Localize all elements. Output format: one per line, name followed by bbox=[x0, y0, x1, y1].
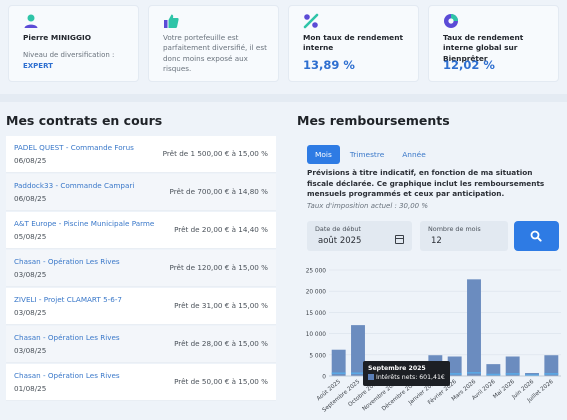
contract-name[interactable]: Chasan - Opération Les Rives bbox=[14, 257, 120, 266]
contract-name[interactable]: Chasan - Opération Les Rives bbox=[14, 371, 120, 380]
diversification-card: Votre portefeuille est parfaitement dive… bbox=[148, 5, 279, 82]
contract-name[interactable]: PADEL QUEST - Commande Forus bbox=[14, 143, 134, 152]
contract-loan: Prêt de 700,00 € à 14,80 % bbox=[169, 187, 268, 196]
tax-rate-note: Taux d'imposition actuel : 30,00 % bbox=[307, 202, 429, 210]
calendar-icon[interactable] bbox=[395, 235, 404, 244]
interest-bar[interactable] bbox=[544, 373, 559, 375]
repayments-chart: 05 00010 00015 00020 00025 000Août 2025S… bbox=[306, 269, 561, 414]
start-date-label: Date de début bbox=[315, 225, 361, 233]
contract-name[interactable]: A&T Europe - Piscine Municipale Parme bbox=[14, 219, 154, 228]
contract-name[interactable]: ZIVELI - Projet CLAMART 5-6-7 bbox=[14, 295, 122, 304]
global-irr-card: Taux de rendement interne global sur Bie… bbox=[428, 5, 559, 82]
contracts-title: Mes contrats en cours bbox=[6, 113, 163, 128]
contract-loan: Prêt de 20,00 € à 14,40 % bbox=[174, 225, 268, 234]
y-tick-label: 5 000 bbox=[309, 353, 326, 359]
search-icon bbox=[530, 230, 542, 242]
contract-loan: Prêt de 1 500,00 € à 15,00 % bbox=[162, 149, 268, 158]
bar[interactable] bbox=[331, 349, 346, 376]
contract-loan: Prêt de 31,00 € à 15,00 % bbox=[174, 301, 268, 310]
percent-icon bbox=[303, 13, 319, 29]
contract-date: 03/08/25 bbox=[14, 346, 47, 355]
tab-mois[interactable]: Mois bbox=[307, 145, 340, 164]
y-tick-label: 15 000 bbox=[306, 311, 327, 317]
user-name: Pierre MINIGGIO bbox=[23, 33, 92, 42]
search-button[interactable] bbox=[514, 221, 559, 251]
y-tick-label: 10 000 bbox=[306, 332, 327, 338]
y-tick-label: 25 000 bbox=[306, 269, 327, 275]
tab-annee[interactable]: Année bbox=[394, 145, 434, 164]
diversification-level: EXPERT bbox=[23, 62, 53, 70]
contract-row[interactable]: A&T Europe - Piscine Municipale Parme 05/… bbox=[6, 212, 276, 249]
tooltip-value: Intérêts nets: 601,41€ bbox=[376, 374, 445, 382]
contract-name[interactable]: Paddock33 - Commande Campari bbox=[14, 181, 134, 190]
contract-date: 03/08/25 bbox=[14, 308, 47, 317]
contract-row[interactable]: PADEL QUEST - Commande Forus 06/08/25 Prêt… bbox=[6, 136, 276, 173]
contract-date: 01/08/25 bbox=[14, 384, 47, 393]
interest-bar[interactable] bbox=[486, 373, 501, 376]
contract-date: 03/08/25 bbox=[14, 270, 47, 279]
contract-loan: Prêt de 120,00 € à 15,00 % bbox=[169, 263, 268, 272]
thumbs-up-icon bbox=[164, 14, 179, 28]
y-tick-label: 20 000 bbox=[306, 290, 327, 296]
contracts-panel: Mes contrats en cours PADEL QUEST - Comm… bbox=[0, 104, 284, 420]
profile-card: Pierre MINIGGIO Niveau de diversificatio… bbox=[8, 5, 139, 82]
contract-date: 06/08/25 bbox=[14, 194, 47, 203]
repayments-panel: Mes remboursements Mois Trimestre Année Pr… bbox=[291, 104, 567, 420]
bar[interactable] bbox=[544, 355, 559, 376]
interest-bar[interactable] bbox=[331, 372, 346, 375]
section-divider bbox=[0, 94, 567, 102]
contract-date: 06/08/25 bbox=[14, 156, 47, 165]
forecast-description: Prévisions à titre indicatif, en fonctio… bbox=[307, 168, 545, 199]
global-irr-value: 12,02 % bbox=[443, 58, 495, 72]
bar[interactable] bbox=[467, 279, 481, 376]
start-date-field[interactable]: Date de début août 2025 bbox=[307, 221, 412, 251]
interest-bar[interactable] bbox=[505, 373, 520, 375]
contract-row[interactable]: Chasan - Opération Les Rives 01/08/25 Prêt… bbox=[6, 364, 276, 401]
contract-date: 05/08/25 bbox=[14, 232, 47, 241]
user-icon bbox=[24, 14, 38, 28]
months-value: 12 bbox=[431, 236, 442, 246]
diversification-label: Niveau de diversification : bbox=[23, 51, 115, 59]
diversification-text: Votre portefeuille est parfaitement dive… bbox=[163, 33, 267, 74]
irr-value: 13,89 % bbox=[303, 58, 355, 72]
bar[interactable] bbox=[505, 356, 520, 376]
chart-circle-icon bbox=[444, 14, 458, 28]
contract-row[interactable]: Chasan - Opération Les Rives 03/08/25 Prêt… bbox=[6, 326, 276, 363]
repayments-title: Mes remboursements bbox=[297, 113, 450, 128]
contracts-list: PADEL QUEST - Commande Forus 06/08/25 Prêt… bbox=[6, 136, 276, 402]
months-label: Nombre de mois bbox=[428, 225, 481, 233]
interest-bar[interactable] bbox=[467, 372, 481, 374]
period-tabs: Mois Trimestre Année bbox=[307, 142, 436, 164]
contract-name[interactable]: Chasan - Opération Les Rives bbox=[14, 333, 120, 342]
tab-trimestre[interactable]: Trimestre bbox=[342, 145, 392, 164]
tooltip-swatch bbox=[368, 374, 374, 381]
contract-row[interactable]: Paddock33 - Commande Campari 06/08/25 Prêt… bbox=[6, 174, 276, 211]
start-date-value: août 2025 bbox=[318, 236, 362, 246]
irr-card: Mon taux de rendement interne 13,89 % bbox=[288, 5, 419, 82]
contract-row[interactable]: ZIVELI - Projet CLAMART 5-6-7 03/08/25 Prê… bbox=[6, 288, 276, 325]
irr-title: Mon taux de rendement interne bbox=[303, 33, 403, 53]
contract-loan: Prêt de 28,00 € à 15,00 % bbox=[174, 339, 268, 348]
contract-row[interactable]: Chasan - Opération Les Rives 03/08/25 Prêt… bbox=[6, 250, 276, 287]
summary-cards: Pierre MINIGGIO Niveau de diversificatio… bbox=[8, 5, 559, 82]
months-field[interactable]: Nombre de mois 12 bbox=[420, 221, 508, 251]
tooltip-title: Septembre 2025 bbox=[368, 365, 426, 372]
chart-tooltip: Septembre 2025 Intérêts nets: 601,41€ bbox=[363, 361, 450, 386]
y-tick-label: 0 bbox=[322, 375, 326, 381]
contract-loan: Prêt de 50,00 € à 15,00 % bbox=[174, 377, 268, 386]
